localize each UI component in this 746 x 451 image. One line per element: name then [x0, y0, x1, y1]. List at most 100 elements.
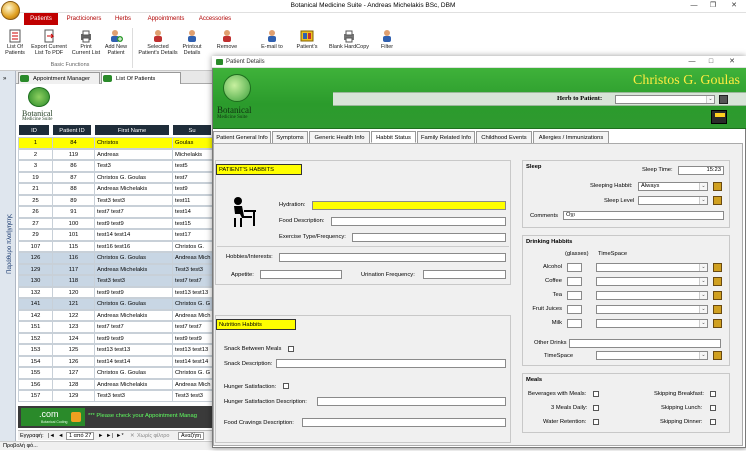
table-row[interactable]: 29 101 test14 test14 test17 — [18, 229, 212, 241]
table-row[interactable]: 129 117 Andreas Michelakis Test3 test3 — [18, 263, 212, 275]
selected-patient-details-button[interactable]: Selected Patient's Details — [135, 29, 181, 63]
chevron-down-icon[interactable]: ⌄ — [699, 278, 707, 285]
restore-icon[interactable]: ❐ — [707, 1, 719, 11]
edit-pencil-icon[interactable] — [713, 351, 722, 360]
table-cell[interactable]: test11 — [172, 194, 212, 206]
table-cell[interactable]: Andreas Mich — [172, 252, 212, 264]
table-cell[interactable]: test9 test9 — [172, 332, 212, 344]
timespace-select[interactable]: ⌄ — [596, 277, 708, 286]
other-drinks-input[interactable] — [569, 339, 721, 348]
tab-appointment-manager[interactable]: Appointment Manager — [18, 72, 100, 84]
timespace-select[interactable]: ⌄ — [596, 319, 708, 328]
table-cell[interactable]: 84 — [52, 137, 94, 149]
beverages-checkbox[interactable] — [593, 391, 599, 397]
table-cell[interactable]: test7 test7 — [94, 321, 172, 333]
chevron-down-icon[interactable]: ⌄ — [699, 264, 707, 271]
table-cell[interactable]: test7 test7 — [172, 275, 212, 287]
timespace-select[interactable]: ⌄ — [596, 263, 708, 272]
table-row[interactable]: 19 87 Christos G. Goulas test7 — [18, 171, 212, 183]
table-row[interactable]: 3 86 Test3 test5 — [18, 160, 212, 172]
skipping-dinner-checkbox[interactable] — [710, 419, 716, 425]
edit-pencil-icon[interactable] — [713, 263, 722, 272]
table-row[interactable]: 26 91 test7 test7 test14 — [18, 206, 212, 218]
edit-pencil-icon[interactable] — [713, 291, 722, 300]
table-cell[interactable]: 117 — [52, 263, 94, 275]
table-cell[interactable]: Christos G. Goulas — [94, 171, 172, 183]
hunger-satisfaction-desc-input[interactable] — [317, 397, 506, 406]
table-cell[interactable]: test15 — [172, 217, 212, 229]
tab-patients[interactable]: Patients — [24, 13, 58, 25]
table-cell[interactable]: 91 — [52, 206, 94, 218]
chevron-down-icon[interactable]: ⌄ — [699, 306, 707, 313]
table-cell[interactable]: test5 — [172, 160, 212, 172]
table-cell[interactable]: 128 — [52, 378, 94, 390]
table-row[interactable]: 126 116 Christos G. Goulas Andreas Mich — [18, 252, 212, 264]
chevron-down-icon[interactable]: ⌄ — [699, 197, 707, 204]
column-header-id[interactable]: ID — [18, 124, 50, 136]
table-cell[interactable]: 127 — [52, 367, 94, 379]
table-cell[interactable]: Andreas — [94, 148, 172, 160]
chevron-down-icon[interactable]: ⌄ — [699, 183, 707, 190]
skipping-lunch-checkbox[interactable] — [710, 405, 716, 411]
table-row[interactable]: 151 123 test7 test7 test7 test7 — [18, 321, 212, 333]
table-row[interactable]: 27 100 test9 test9 test15 — [18, 217, 212, 229]
table-cell[interactable]: 125 — [52, 344, 94, 356]
table-cell[interactable]: test13 test13 — [172, 286, 212, 298]
edit-pencil-icon[interactable] — [713, 277, 722, 286]
table-cell[interactable]: 126 — [18, 252, 52, 264]
table-row[interactable]: 21 88 Andreas Michelakis test9 — [18, 183, 212, 195]
dialog-minimize-icon[interactable]: — — [686, 57, 698, 67]
table-row[interactable]: 141 121 Christos G. Goulas Christos G. G — [18, 298, 212, 310]
table-row[interactable]: 156 128 Andreas Michelakis Andreas Mich — [18, 378, 212, 390]
table-cell[interactable]: test9 — [172, 183, 212, 195]
add-new-patient-button[interactable]: Add New Patient — [103, 29, 129, 63]
table-cell[interactable]: test14 test14 — [172, 355, 212, 367]
table-cell[interactable]: test14 — [172, 206, 212, 218]
exercise-input[interactable] — [352, 233, 506, 242]
table-cell[interactable]: 154 — [18, 355, 52, 367]
table-cell[interactable]: Andreas Mich — [172, 378, 212, 390]
table-row[interactable]: 154 126 test14 test14 test14 test14 — [18, 355, 212, 367]
glasses-input[interactable] — [567, 277, 582, 286]
table-cell[interactable]: 101 — [52, 229, 94, 241]
table-cell[interactable]: Andreas Mich — [172, 309, 212, 321]
food-description-input[interactable] — [331, 217, 506, 226]
table-cell[interactable]: 100 — [52, 217, 94, 229]
table-cell[interactable]: 129 — [18, 263, 52, 275]
navigation-pane[interactable]: Παράθυρο πλοήγησης » — [0, 71, 16, 441]
table-cell[interactable]: Christos G. G — [172, 367, 212, 379]
list-of-patients-button[interactable]: List Of Patients — [4, 29, 26, 63]
table-cell[interactable]: Christos G. Goulas — [94, 367, 172, 379]
herb-add-icon[interactable] — [719, 95, 728, 104]
glasses-input[interactable] — [567, 263, 582, 272]
snack-between-checkbox[interactable] — [288, 346, 294, 352]
table-cell[interactable]: 119 — [52, 148, 94, 160]
hobbies-input[interactable] — [279, 253, 506, 262]
table-cell[interactable]: test7 test7 — [94, 206, 172, 218]
table-row[interactable]: 132 120 test9 test9 test13 test13 — [18, 286, 212, 298]
table-cell[interactable]: test14 test14 — [94, 229, 172, 241]
table-cell[interactable]: Michelakis — [172, 148, 212, 160]
other-timespace-select[interactable]: ⌄ — [596, 351, 708, 360]
timespace-select[interactable]: ⌄ — [596, 305, 708, 314]
sleep-time-input[interactable]: 15:23 — [678, 166, 724, 175]
urination-input[interactable] — [423, 270, 506, 279]
table-cell[interactable]: 156 — [18, 378, 52, 390]
table-cell[interactable]: 151 — [18, 321, 52, 333]
table-cell[interactable]: Christos — [94, 137, 172, 149]
edit-pencil-icon[interactable] — [713, 182, 722, 191]
minimize-icon[interactable]: — — [688, 1, 700, 11]
table-cell[interactable]: 107 — [18, 240, 52, 252]
table-cell[interactable]: 155 — [18, 367, 52, 379]
table-cell[interactable]: 129 — [52, 390, 94, 402]
table-cell[interactable]: Test3 — [94, 160, 172, 172]
print-list-button[interactable]: Print Current List — [70, 29, 102, 63]
tab-practicioners[interactable]: Practicioners — [62, 13, 106, 25]
tab-family-related-info[interactable]: Family Related Info — [417, 131, 475, 143]
appetite-input[interactable] — [260, 270, 342, 279]
first-record-icon[interactable]: |◄ — [48, 431, 55, 441]
table-row[interactable]: 153 125 test13 test13 test13 test13 — [18, 344, 212, 356]
table-cell[interactable]: 27 — [18, 217, 52, 229]
record-position[interactable]: 1 από 27 — [66, 432, 95, 440]
tab-habbit-status[interactable]: Habbit Status — [371, 131, 416, 143]
